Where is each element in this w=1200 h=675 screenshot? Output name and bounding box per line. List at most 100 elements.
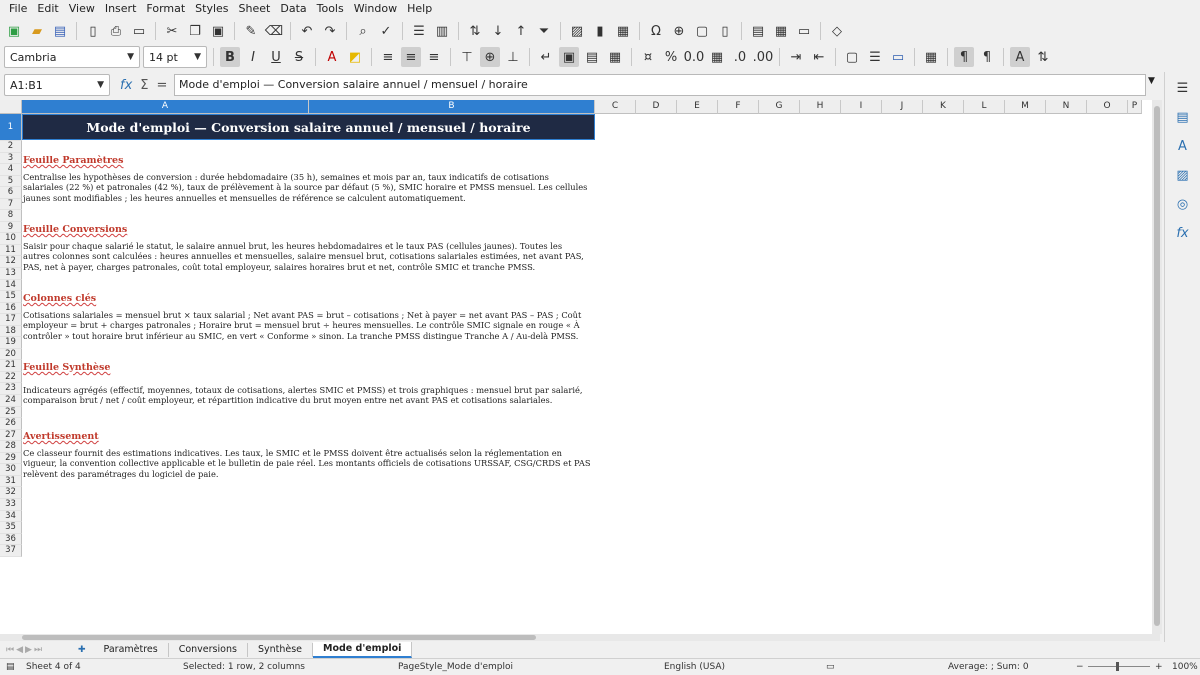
aggregate-status[interactable]: Average: ; Sum: 0 [948, 662, 1029, 672]
bold-icon[interactable]: B [220, 47, 240, 67]
row-header-19[interactable]: 19 [0, 337, 22, 349]
print-icon[interactable]: ⎙ [106, 21, 126, 41]
row-header-3[interactable]: 3 [0, 152, 22, 165]
row-header-11[interactable]: 11 [0, 244, 22, 257]
row-header-15[interactable]: 15 [0, 291, 22, 303]
vertical-scrollbar[interactable] [1152, 100, 1162, 634]
insert-chart-icon[interactable]: ▮ [590, 21, 610, 41]
row-header-4[interactable]: 4 [0, 164, 22, 176]
undo-icon[interactable]: ↶ [297, 21, 317, 41]
row-icon[interactable]: ☰ [409, 21, 429, 41]
find-replace-icon[interactable]: ⌕ [353, 21, 373, 41]
border-color-icon[interactable]: ▭ [888, 47, 908, 67]
split-window-icon[interactable]: ▭ [794, 21, 814, 41]
conditional-format-icon[interactable]: ▦ [921, 47, 941, 67]
align-bottom-icon[interactable]: ⊥ [503, 47, 523, 67]
zoom-out-icon[interactable]: − [1076, 662, 1084, 672]
column-header-n[interactable]: N [1046, 100, 1087, 114]
paste-icon[interactable]: ▣ [208, 21, 228, 41]
row-header-14[interactable]: 14 [0, 279, 22, 292]
row-header-33[interactable]: 33 [0, 498, 22, 511]
sort-descending-icon[interactable]: ↑ [511, 21, 531, 41]
vertical-text-icon[interactable]: A [1010, 47, 1030, 67]
column-header-g[interactable]: G [759, 100, 800, 114]
decrease-indent-icon[interactable]: ⇤ [809, 47, 829, 67]
column-header-p[interactable]: P [1128, 100, 1142, 114]
sum-icon[interactable]: Σ [140, 78, 148, 93]
menu-view[interactable]: View [64, 0, 100, 17]
column-header-d[interactable]: D [636, 100, 677, 114]
text-direction-ltr-icon[interactable]: ¶ [954, 47, 974, 67]
wrap-text-icon[interactable]: ↵ [536, 47, 556, 67]
name-box[interactable]: A1:B1 ▼ [4, 74, 110, 96]
tab-mode-emploi[interactable]: Mode d'emploi [313, 641, 413, 658]
next-sheet-icon[interactable]: ▶ [25, 645, 32, 655]
functions-icon[interactable]: fx [1173, 223, 1193, 243]
expand-formula-icon[interactable]: ▼ [1148, 76, 1155, 86]
row-header-10[interactable]: 10 [0, 233, 22, 245]
pivot-table-icon[interactable]: ▦ [613, 21, 633, 41]
column-header-b[interactable]: B [309, 100, 595, 114]
menu-sheet[interactable]: Sheet [234, 0, 276, 17]
insert-image-icon[interactable]: ▨ [567, 21, 587, 41]
add-sheet-icon[interactable]: ✚ [70, 645, 94, 655]
special-character-icon[interactable]: Ω [646, 21, 666, 41]
menu-window[interactable]: Window [349, 0, 402, 17]
spelling-icon[interactable]: ✓ [376, 21, 396, 41]
section-text[interactable]: Saisir pour chaque salarié le statut, le… [23, 241, 591, 272]
merge-cells-icon[interactable]: ▦ [605, 47, 625, 67]
sidebar-menu-icon[interactable]: ☰ [1173, 78, 1193, 98]
vertical-scroll-thumb[interactable] [1154, 106, 1160, 626]
selection-mode-icon[interactable]: ▭ [826, 662, 835, 672]
column-header-c[interactable]: C [595, 100, 636, 114]
column-header-l[interactable]: L [964, 100, 1005, 114]
tab-synthese[interactable]: Synthèse [248, 642, 313, 657]
section-text[interactable]: Centralise les hypothèses de conversion … [23, 172, 591, 203]
autofilter-icon[interactable]: ⏷ [534, 21, 554, 41]
redo-icon[interactable]: ↷ [320, 21, 340, 41]
comment-icon[interactable]: ▢ [692, 21, 712, 41]
row-header-16[interactable]: 16 [0, 302, 22, 315]
header-footer-icon[interactable]: ▯ [715, 21, 735, 41]
row-header-32[interactable]: 32 [0, 487, 22, 499]
row-header-28[interactable]: 28 [0, 441, 22, 453]
define-print-area-icon[interactable]: ▤ [748, 21, 768, 41]
row-header-37[interactable]: 37 [0, 545, 22, 557]
column-header-k[interactable]: K [923, 100, 964, 114]
percent-format-icon[interactable]: % [661, 47, 681, 67]
currency-format-icon[interactable]: ¤ [638, 47, 658, 67]
draw-shapes-icon[interactable]: ◇ [827, 21, 847, 41]
borders-icon[interactable]: ▢ [842, 47, 862, 67]
row-header-31[interactable]: 31 [0, 475, 22, 488]
prev-sheet-icon[interactable]: ◀ [16, 645, 23, 655]
section-heading[interactable]: Colonnes clés [23, 293, 96, 304]
title-cell[interactable]: Mode d'emploi — Conversion salaire annue… [22, 114, 595, 140]
row-header-29[interactable]: 29 [0, 452, 22, 465]
row-header-36[interactable]: 36 [0, 533, 22, 546]
clone-formatting-icon[interactable]: ✎ [241, 21, 261, 41]
row-header-34[interactable]: 34 [0, 510, 22, 523]
text-direction-rtl-icon[interactable]: ¶ [977, 47, 997, 67]
menu-insert[interactable]: Insert [100, 0, 142, 17]
row-header-22[interactable]: 22 [0, 371, 22, 384]
column-header-f[interactable]: F [718, 100, 759, 114]
first-sheet-icon[interactable]: ⏮ [6, 645, 14, 655]
row-header-13[interactable]: 13 [0, 268, 22, 280]
column-icon[interactable]: ▥ [432, 21, 452, 41]
page-style[interactable]: PageStyle_Mode d'emploi [398, 662, 513, 672]
italic-icon[interactable]: I [243, 47, 263, 67]
menu-data[interactable]: Data [275, 0, 311, 17]
zoom-slider-handle[interactable] [1116, 662, 1119, 671]
horizontal-scroll-thumb[interactable] [22, 635, 536, 640]
column-header-o[interactable]: O [1087, 100, 1128, 114]
column-header-e[interactable]: E [677, 100, 718, 114]
column-header-a[interactable]: A [22, 100, 309, 114]
align-center-icon[interactable]: ≡ [401, 47, 421, 67]
formula-icon[interactable]: = [157, 78, 168, 93]
print-preview-icon[interactable]: ▭ [129, 21, 149, 41]
menu-format[interactable]: Format [141, 0, 190, 17]
menu-edit[interactable]: Edit [32, 0, 63, 17]
highlight-color-icon[interactable]: ◩ [345, 47, 365, 67]
save-icon[interactable]: ▤ [50, 21, 70, 41]
copy-icon[interactable]: ❐ [185, 21, 205, 41]
